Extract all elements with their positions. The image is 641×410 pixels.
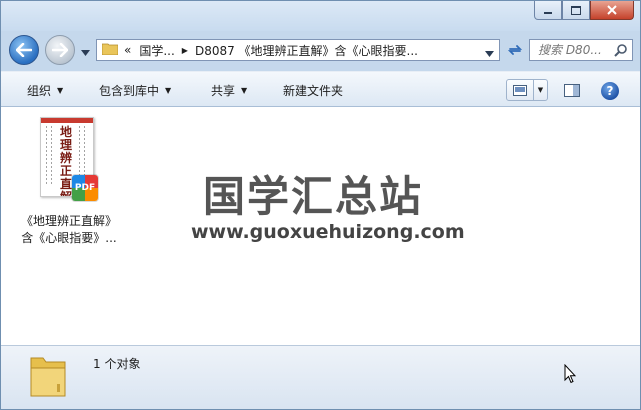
new-folder-label: 新建文件夹 <box>283 84 344 98</box>
forward-button[interactable] <box>45 35 75 65</box>
address-dropdown[interactable] <box>485 46 494 60</box>
refresh-icon <box>508 45 522 55</box>
organize-button[interactable]: 组织 ▼ <box>27 82 63 99</box>
chevron-down-icon: ▼ <box>57 86 64 95</box>
chevron-down-icon <box>81 50 90 56</box>
include-in-library-button[interactable]: 包含到库中 ▼ <box>99 82 171 99</box>
file-name-line2: 含《心眼指要》... <box>21 231 117 245</box>
command-bar: 组织 ▼ 包含到库中 ▼ 共享 ▼ 新建文件夹 ▼ ? <box>1 71 640 107</box>
pdf-thumbnail: 地理辨正直解 PDF <box>40 117 98 205</box>
file-name[interactable]: 《地理辨正直解》 含《心眼指要》... <box>13 213 125 247</box>
back-button[interactable] <box>9 35 39 65</box>
help-icon: ? <box>606 84 614 98</box>
navigation-bar: « 国学... ▶ D8087 《地理辨正直解》含《心眼指要... <box>1 31 640 71</box>
breadcrumb-item-root[interactable]: 国学... <box>139 42 174 59</box>
explorer-window: « 国学... ▶ D8087 《地理辨正直解》含《心眼指要... 组织 ▼ 包… <box>0 0 641 410</box>
folder-icon <box>29 352 67 401</box>
close-button[interactable] <box>590 1 634 20</box>
close-icon <box>607 5 617 15</box>
breadcrumb-item-current[interactable]: D8087 《地理辨正直解》含《心眼指要... <box>195 42 418 59</box>
details-pane: 1 个对象 <box>1 345 640 409</box>
file-list[interactable]: 国学汇总站 www.guoxuehuizong.com 地理辨正直解 PDF 《… <box>1 107 640 345</box>
new-folder-button[interactable]: 新建文件夹 <box>283 82 343 99</box>
view-icon[interactable] <box>507 80 534 100</box>
mouse-pointer-icon <box>564 363 577 387</box>
change-view-button[interactable]: ▼ <box>506 79 548 101</box>
minimize-button[interactable] <box>534 1 562 20</box>
chevron-down-icon: ▼ <box>241 86 248 95</box>
pdf-icon: PDF <box>72 175 98 201</box>
text-column <box>46 126 47 186</box>
folder-icon <box>101 42 119 58</box>
preview-pane-icon <box>564 84 580 97</box>
text-column <box>51 126 52 186</box>
pdf-badge-label: PDF <box>74 183 96 193</box>
chevron-down-icon: ▼ <box>165 86 172 95</box>
search-icon[interactable] <box>614 43 628 60</box>
arrow-right-icon <box>52 43 68 57</box>
maximize-icon <box>571 5 581 15</box>
watermark-title: 国学汇总站 <box>203 172 424 221</box>
share-button[interactable]: 共享 ▼ <box>211 82 247 99</box>
page-header-bar <box>41 118 93 123</box>
file-item[interactable]: 地理辨正直解 PDF 《地理辨正直解》 含《心眼指要》... <box>13 117 125 247</box>
window-controls <box>534 1 634 21</box>
arrow-left-icon <box>16 43 32 57</box>
watermark-url: www.guoxuehuizong.com <box>191 221 465 243</box>
recent-pages-dropdown[interactable] <box>81 45 90 59</box>
address-bar[interactable]: « 国学... ▶ D8087 《地理辨正直解》含《心眼指要... <box>96 39 500 61</box>
share-label: 共享 <box>211 84 236 98</box>
breadcrumb-overflow[interactable]: « <box>124 43 131 57</box>
chevron-down-icon[interactable]: ▼ <box>534 80 547 100</box>
item-count: 1 个对象 <box>93 357 141 371</box>
title-bar <box>1 1 640 31</box>
breadcrumb-separator-icon[interactable]: ▶ <box>182 46 188 55</box>
include-library-label: 包含到库中 <box>99 84 160 98</box>
file-name-line1: 《地理辨正直解》 <box>20 214 117 228</box>
chevron-down-icon <box>485 51 494 57</box>
refresh-button[interactable] <box>504 39 526 61</box>
preview-pane-button[interactable] <box>564 84 580 100</box>
minimize-icon <box>544 12 552 14</box>
search-field[interactable] <box>529 39 633 61</box>
organize-label: 组织 <box>27 84 52 98</box>
maximize-button[interactable] <box>562 1 590 20</box>
help-button[interactable]: ? <box>601 82 619 100</box>
search-input[interactable] <box>538 43 608 57</box>
